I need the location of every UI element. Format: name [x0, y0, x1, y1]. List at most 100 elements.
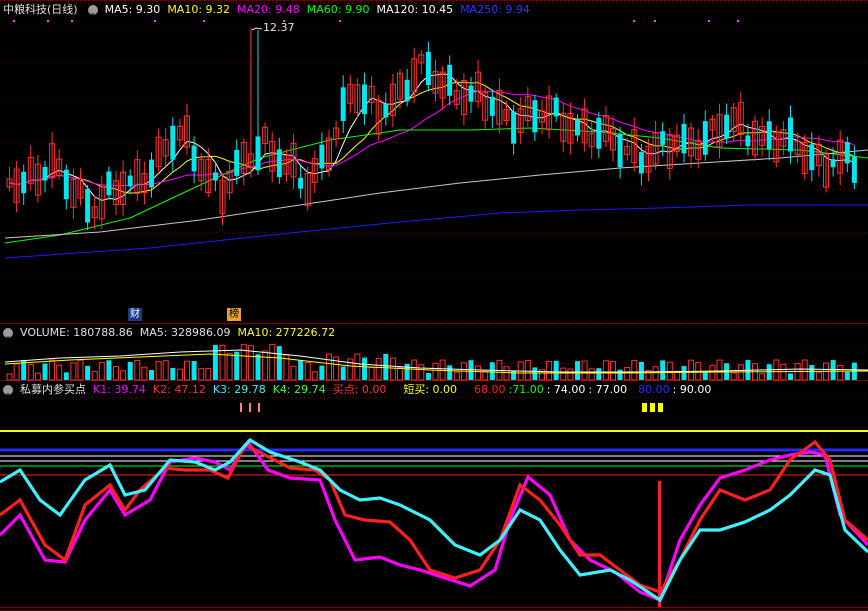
volume-ma5-label: MA5: 328986.09	[139, 326, 231, 339]
candle-body	[788, 117, 793, 152]
volume-bar	[638, 361, 644, 380]
volume-bar	[226, 352, 233, 381]
level-74: : 74.00	[546, 383, 586, 396]
candlestick-series[interactable]	[6, 28, 857, 231]
candle-body	[724, 114, 730, 139]
volume-bar	[503, 366, 510, 381]
volume-bar	[709, 364, 716, 381]
volume-bar	[524, 360, 531, 381]
candle-body	[340, 87, 346, 121]
volume-label: VOLUME: 180788.86	[20, 326, 133, 339]
volume-bar	[205, 367, 212, 381]
volume-bar	[397, 367, 403, 381]
volume-bar	[447, 365, 453, 380]
level-68: 68.00	[474, 383, 506, 396]
candle-body	[809, 144, 815, 171]
k4-label: K4: 29.74	[272, 383, 326, 396]
volume-bar	[546, 360, 553, 381]
chart-canvas[interactable]	[0, 0, 868, 611]
volume-bar	[681, 366, 687, 380]
volume-bar	[162, 360, 169, 381]
volume-bar	[184, 360, 190, 381]
volume-bar	[155, 361, 162, 381]
short-buy-label: 短买: 0.00	[403, 383, 458, 396]
volume-bar	[63, 372, 69, 380]
volume-bar	[567, 368, 574, 381]
volume-bar	[375, 357, 382, 381]
candle-body	[85, 188, 91, 223]
volume-bar	[127, 361, 133, 380]
indicator-lines[interactable]	[0, 403, 868, 607]
volume-bar	[702, 372, 708, 380]
volume-bar	[809, 364, 815, 380]
candle-body	[276, 149, 282, 178]
candle-body	[383, 103, 389, 118]
volume-bar	[660, 360, 666, 380]
candle-body	[298, 177, 304, 189]
candle-body	[191, 145, 197, 172]
volume-bar	[170, 367, 176, 380]
ma120-label: MA120: 10.45	[376, 3, 454, 16]
volume-bar	[319, 365, 325, 380]
volume-panel-header: ⌄ VOLUME: 180788.86 MA5: 328986.09 MA10:…	[0, 325, 335, 341]
volume-bar	[730, 372, 737, 381]
level-71: :71.00	[508, 383, 544, 396]
volume-bar	[70, 362, 77, 381]
candle-body	[447, 64, 453, 96]
volume-bar	[362, 357, 367, 380]
volume-bar	[149, 369, 154, 380]
candle-body	[745, 135, 751, 147]
volume-bar	[368, 366, 375, 381]
volume-bar	[588, 368, 595, 381]
finance-tag[interactable]: 财	[128, 308, 142, 321]
volume-bar	[482, 370, 489, 381]
volume-bar	[432, 362, 439, 381]
volume-bar	[815, 372, 822, 381]
volume-bar	[624, 366, 631, 381]
volume-bar	[176, 368, 183, 381]
candle-body	[681, 123, 687, 154]
volume-bar	[389, 357, 396, 381]
volume-bar	[788, 373, 793, 380]
candle-body	[575, 119, 580, 136]
volume-bar	[85, 365, 91, 380]
candle-body	[234, 149, 240, 176]
rank-tag[interactable]: 榜	[227, 308, 241, 321]
volume-bar	[276, 346, 282, 380]
volume-bar	[6, 373, 13, 381]
volume-bar	[311, 371, 318, 381]
collapse-icon[interactable]: ⌄	[87, 5, 98, 17]
candle-body	[511, 111, 517, 144]
volume-bar	[575, 361, 580, 380]
volume-bar	[404, 363, 410, 380]
candle-body	[489, 96, 495, 116]
candle-body	[319, 144, 325, 169]
volume-bar	[652, 366, 659, 381]
candle-body	[844, 142, 850, 164]
candle-body	[851, 156, 857, 183]
volume-bar	[198, 368, 205, 381]
collapse-icon[interactable]: ⌄	[3, 328, 13, 340]
volume-bar	[475, 365, 482, 381]
volume-bar	[532, 367, 538, 380]
indicator-panel-header: ⌄ 私募内参买点 K1: 39.74 K2: 47.12 K3: 29.78 K…	[0, 382, 711, 398]
volume-bar	[837, 365, 844, 381]
volume-bar	[113, 365, 119, 381]
k1-label: K1: 39.74	[93, 383, 146, 396]
volume-bar	[425, 372, 431, 380]
high-price-marker: 12.37	[263, 21, 295, 34]
volume-bar	[56, 364, 63, 381]
candle-body	[596, 117, 602, 149]
collapse-icon[interactable]: ⌄	[3, 385, 13, 397]
volume-bar	[34, 372, 41, 381]
level-90: : 90.00	[672, 383, 712, 396]
volume-bar	[780, 363, 787, 381]
volume-bar	[298, 360, 304, 380]
volume-bar	[120, 370, 127, 381]
volume-bars[interactable]	[4, 343, 868, 381]
candle-body	[830, 159, 836, 168]
volume-bar	[737, 364, 744, 381]
level-77: : 77.00	[588, 383, 628, 396]
candle-body	[127, 175, 133, 187]
volume-bar	[560, 367, 567, 381]
